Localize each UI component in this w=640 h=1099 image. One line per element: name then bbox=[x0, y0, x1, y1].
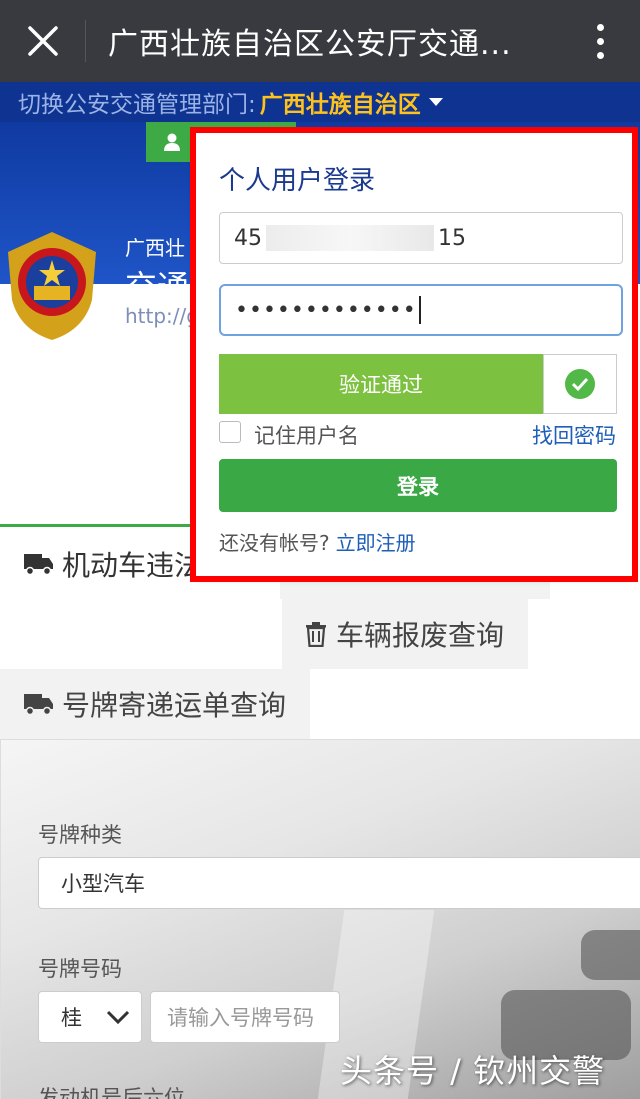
watermark: 头条号 / 钦州交警 bbox=[340, 1052, 606, 1090]
police-emblem-icon bbox=[8, 232, 96, 340]
tab-vehicle-scrap[interactable]: 车辆报废查询 bbox=[282, 599, 528, 669]
page-title: 广西壮族自治区公安厅交通... bbox=[108, 27, 512, 62]
plate-type-select[interactable]: 小型汽车 bbox=[38, 857, 640, 909]
site-name-small: 广西壮 bbox=[125, 236, 185, 260]
trash-icon bbox=[306, 622, 326, 647]
province-value: 桂 bbox=[61, 1006, 82, 1030]
site-url: http://g bbox=[125, 304, 199, 328]
plate-number-input[interactable]: 请输入号牌号码 bbox=[150, 991, 340, 1043]
plate-type-label: 号牌种类 bbox=[38, 823, 122, 847]
title-bar: 广西壮族自治区公安厅交通... bbox=[0, 0, 640, 82]
tab-vehicle-label: 机动车违法 bbox=[62, 549, 203, 582]
dept-current[interactable]: 广西壮族自治区 bbox=[260, 85, 421, 119]
truck-icon bbox=[24, 554, 53, 576]
highlight-frame bbox=[190, 127, 638, 582]
truck-icon bbox=[24, 694, 53, 716]
plate-number-label: 号牌号码 bbox=[38, 957, 122, 981]
chevron-down-icon bbox=[106, 1010, 130, 1025]
caret-down-icon bbox=[428, 98, 443, 106]
close-button[interactable] bbox=[0, 0, 86, 82]
query-form-area bbox=[0, 739, 640, 1099]
close-icon bbox=[28, 26, 58, 56]
tab-scrap-label: 车辆报废查询 bbox=[336, 619, 505, 652]
engine-number-label: 发动机号后六位 bbox=[38, 1086, 185, 1099]
more-vertical-icon bbox=[596, 23, 604, 31]
tab-plate-mail[interactable]: 号牌寄递运单查询 bbox=[0, 669, 310, 739]
dept-label: 切换公安交通管理部门: bbox=[18, 92, 256, 118]
more-menu-button[interactable] bbox=[560, 0, 640, 82]
site-name-large: 交通 bbox=[125, 268, 190, 306]
user-icon bbox=[164, 133, 180, 151]
tab-plate-label: 号牌寄递运单查询 bbox=[62, 689, 287, 722]
province-select[interactable]: 桂 bbox=[38, 991, 142, 1043]
dept-switcher[interactable]: 切换公安交通管理部门: 广西壮族自治区 bbox=[0, 82, 640, 122]
